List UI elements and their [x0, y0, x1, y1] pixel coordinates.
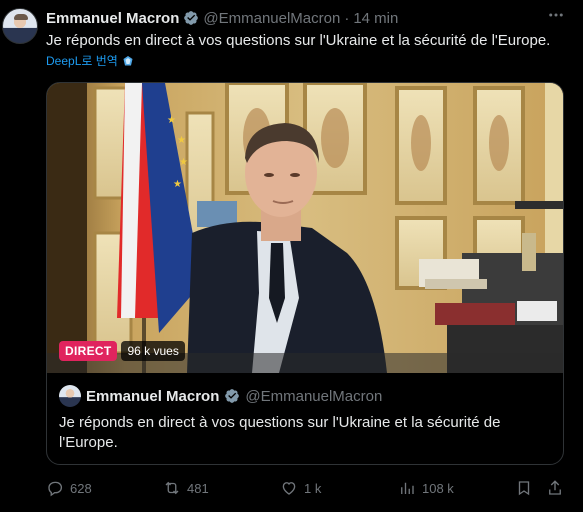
- svg-text:★: ★: [167, 115, 176, 126]
- quoted-avatar[interactable]: [59, 385, 81, 407]
- more-icon[interactable]: [547, 6, 565, 29]
- translate-link[interactable]: DeepL로 번역: [46, 52, 134, 69]
- action-bar: 628 481 1 k 108 k: [46, 476, 566, 500]
- share-icon: [549, 480, 561, 495]
- like-count: 1 k: [304, 480, 322, 496]
- views-icon: [401, 482, 414, 494]
- svg-text:★: ★: [177, 135, 186, 146]
- reply-icon: [48, 481, 63, 497]
- author-handle[interactable]: @EmmanuelMacron: [203, 10, 340, 27]
- views-button[interactable]: 108 k: [398, 476, 454, 500]
- quoted-author-name[interactable]: Emmanuel Macron: [86, 388, 219, 405]
- translate-label[interactable]: DeepL로 번역: [46, 52, 118, 69]
- author-name[interactable]: Emmanuel Macron: [46, 10, 179, 27]
- quoted-header: Emmanuel Macron @EmmanuelMacron: [59, 385, 553, 407]
- verified-badge-icon: [184, 11, 199, 25]
- svg-text:★: ★: [179, 157, 188, 168]
- views-badge: 96 k vues: [121, 341, 185, 361]
- separator-dot: ·: [344, 9, 350, 27]
- share-button[interactable]: [546, 476, 564, 500]
- bookmark-button[interactable]: [515, 476, 533, 500]
- live-badge: DIRECT: [59, 341, 118, 361]
- reply-count: 628: [70, 480, 92, 496]
- tweet-text: Je réponds en direct à vos questions sur…: [46, 32, 551, 49]
- quoted-text: Je réponds en direct à vos questions sur…: [59, 414, 501, 451]
- quoted-tweet[interactable]: Emmanuel Macron @EmmanuelMacron Je répon…: [47, 373, 563, 464]
- live-video[interactable]: ★ ★ ★ ★ DIRECT 96 k vues: [47, 83, 563, 373]
- heart-icon: [282, 482, 296, 495]
- video-scene: ★ ★ ★ ★: [47, 83, 563, 373]
- bookmark-icon: [518, 481, 530, 496]
- repost-button[interactable]: 481: [163, 476, 209, 500]
- repost-count: 481: [187, 480, 209, 496]
- like-button[interactable]: 1 k: [280, 476, 321, 500]
- tweet-header: Emmanuel Macron @EmmanuelMacron · 14 min: [46, 8, 398, 28]
- views-count: 108 k: [422, 480, 454, 496]
- translate-gem-icon: [123, 55, 133, 65]
- quoted-verified-badge-icon: [225, 389, 240, 403]
- media-card[interactable]: ★ ★ ★ ★ DIRECT 96 k vues Emmanuel Macron…: [46, 82, 564, 465]
- repost-icon: [165, 481, 179, 495]
- svg-text:★: ★: [173, 179, 182, 190]
- timestamp[interactable]: 14 min: [353, 10, 398, 27]
- live-badges: DIRECT 96 k vues: [59, 341, 185, 361]
- reply-button[interactable]: 628: [46, 476, 92, 500]
- quoted-author-handle[interactable]: @EmmanuelMacron: [245, 388, 382, 405]
- avatar[interactable]: [2, 8, 38, 44]
- tweet[interactable]: Emmanuel Macron @EmmanuelMacron · 14 min…: [0, 0, 583, 512]
